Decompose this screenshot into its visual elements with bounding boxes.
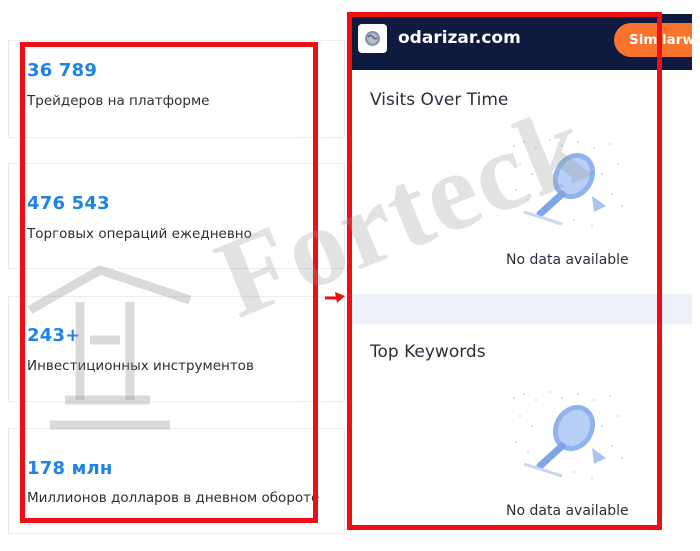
highlight-frame-widget — [347, 12, 662, 530]
arrow-icon — [325, 292, 345, 303]
highlight-frame-stats — [20, 42, 318, 523]
